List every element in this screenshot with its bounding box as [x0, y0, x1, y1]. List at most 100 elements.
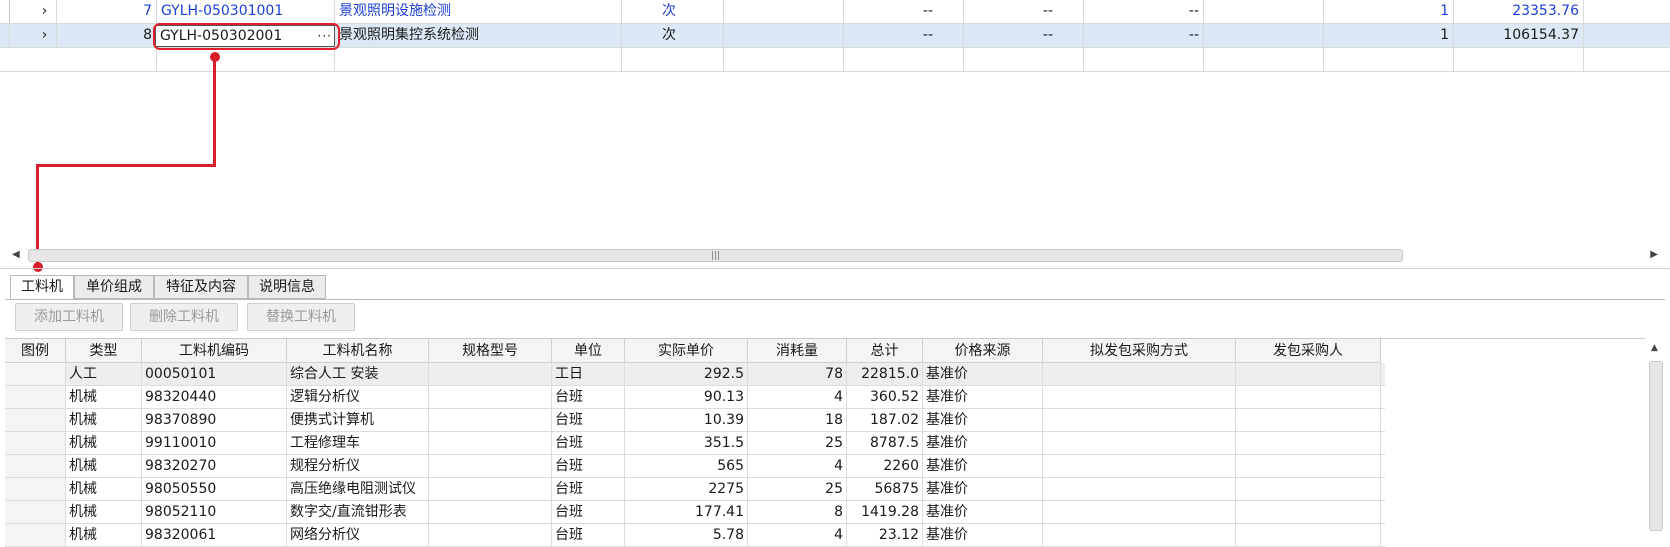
cell-unit[interactable]: 工日 — [552, 363, 625, 385]
cell-name[interactable]: 逻辑分析仪 — [287, 386, 429, 408]
col-price[interactable]: 实际单价 — [625, 339, 748, 363]
cell-qty[interactable]: 18 — [748, 409, 847, 431]
cell-empty[interactable] — [429, 363, 552, 385]
cell-source[interactable]: 基准价 — [923, 432, 1043, 454]
cell-code[interactable]: 98320270 — [142, 455, 287, 477]
cell-total[interactable]: 360.52 — [847, 386, 923, 408]
cell-unit[interactable]: 台班 — [552, 455, 625, 477]
cell-name[interactable]: 高压绝缘电阻测试仪 — [287, 478, 429, 500]
cell-name[interactable]: 便携式计算机 — [287, 409, 429, 431]
col-qty[interactable]: 消耗量 — [748, 339, 847, 363]
item-name[interactable]: 景观照明集控系统检测 — [335, 24, 622, 47]
tab-features[interactable]: 特征及内容 — [154, 275, 248, 299]
cell-total[interactable]: 56875 — [847, 478, 923, 500]
cell-empty[interactable] — [1043, 524, 1236, 546]
cell-name[interactable]: 网络分析仪 — [287, 524, 429, 546]
cell-empty[interactable] — [5, 501, 66, 523]
cell-source[interactable]: 基准价 — [923, 363, 1043, 385]
cell-source[interactable]: 基准价 — [923, 478, 1043, 500]
cell-unit[interactable]: 台班 — [552, 478, 625, 500]
cell-empty[interactable] — [1236, 363, 1381, 385]
table-row[interactable]: 机械 98050550 高压绝缘电阻测试仪 台班 2275 25 56875 基准价 — [5, 478, 1385, 501]
col-purchaser[interactable]: 发包采购人 — [1236, 339, 1381, 363]
delete-material-button[interactable]: 删除工料机 — [130, 303, 238, 331]
cell-unit[interactable]: 台班 — [552, 386, 625, 408]
scroll-right-icon[interactable]: ▶ — [1650, 249, 1658, 260]
cell-qty[interactable]: 4 — [748, 386, 847, 408]
cell-price[interactable]: 90.13 — [625, 386, 748, 408]
cell-name[interactable]: 工程修理车 — [287, 432, 429, 454]
cell-code[interactable]: 00050101 — [142, 363, 287, 385]
cell-empty[interactable] — [1236, 409, 1381, 431]
table-row[interactable]: 机械 98320440 逻辑分析仪 台班 90.13 4 360.52 基准价 — [5, 386, 1385, 409]
cell-empty[interactable] — [1236, 455, 1381, 477]
cell-unit[interactable]: 台班 — [552, 524, 625, 546]
scrollbar-thumb[interactable] — [1649, 361, 1663, 531]
cell-qty[interactable]: 4 — [748, 524, 847, 546]
cell-source[interactable]: 基准价 — [923, 455, 1043, 477]
cell-total[interactable]: 23.12 — [847, 524, 923, 546]
empty-row[interactable] — [0, 48, 1670, 72]
col-legend[interactable]: 图例 — [5, 339, 66, 363]
cell-type[interactable]: 机械 — [66, 455, 142, 477]
cell-code[interactable]: 98370890 — [142, 409, 287, 431]
horizontal-scrollbar[interactable]: ◀ ||| ▶ — [10, 247, 1660, 265]
cell-empty[interactable] — [1043, 432, 1236, 454]
cell-empty[interactable] — [5, 455, 66, 477]
cell-empty[interactable] — [429, 386, 552, 408]
cell-source[interactable]: 基准价 — [923, 386, 1043, 408]
cell-empty[interactable] — [1043, 501, 1236, 523]
cell-qty[interactable]: 4 — [748, 455, 847, 477]
cell-code[interactable]: 98320440 — [142, 386, 287, 408]
cell-price[interactable]: 351.5 — [625, 432, 748, 454]
cell-type[interactable]: 机械 — [66, 478, 142, 500]
cell-empty[interactable] — [429, 409, 552, 431]
cell-price[interactable]: 2275 — [625, 478, 748, 500]
cell-name[interactable]: 数字交/直流钳形表 — [287, 501, 429, 523]
cell-empty[interactable] — [429, 455, 552, 477]
cell-total[interactable]: 22815.0 — [847, 363, 923, 385]
table-row[interactable]: 机械 99110010 工程修理车 台班 351.5 25 8787.5 基准价 — [5, 432, 1385, 455]
cell-empty[interactable] — [429, 432, 552, 454]
expand-chevron-icon[interactable]: › — [33, 24, 57, 47]
col-name[interactable]: 工料机名称 — [287, 339, 429, 363]
col-code[interactable]: 工料机编码 — [142, 339, 287, 363]
cell-name[interactable]: 综合人工 安装 — [287, 363, 429, 385]
vertical-scrollbar[interactable]: ▲ — [1647, 343, 1665, 547]
cell-unit[interactable]: 台班 — [552, 432, 625, 454]
table-row[interactable]: 机械 98052110 数字交/直流钳形表 台班 177.41 8 1419.28 基准价 — [5, 501, 1385, 524]
cell-type[interactable]: 机械 — [66, 432, 142, 454]
cell-total[interactable]: 187.02 — [847, 409, 923, 431]
cell-total[interactable]: 1419.28 — [847, 501, 923, 523]
cell-empty[interactable] — [5, 409, 66, 431]
splitter[interactable] — [0, 268, 1670, 269]
cell-qty[interactable]: 25 — [748, 432, 847, 454]
table-row[interactable]: 机械 98370890 便携式计算机 台班 10.39 18 187.02 基准价 — [5, 409, 1385, 432]
cell-type[interactable]: 人工 — [66, 363, 142, 385]
scroll-up-icon[interactable]: ▲ — [1651, 343, 1658, 353]
cell-empty[interactable] — [1043, 363, 1236, 385]
cell-total[interactable]: 8787.5 — [847, 432, 923, 454]
cell-empty[interactable] — [1043, 478, 1236, 500]
col-procurement[interactable]: 拟发包采购方式 — [1043, 339, 1236, 363]
cell-type[interactable]: 机械 — [66, 386, 142, 408]
cell-total[interactable]: 2260 — [847, 455, 923, 477]
cell-type[interactable]: 机械 — [66, 524, 142, 546]
cell-empty[interactable] — [5, 432, 66, 454]
item-row-7[interactable]: › 7 GYLH-050301001 景观照明设施检测 次 -- -- -- 1… — [0, 0, 1670, 24]
cell-empty[interactable] — [1236, 501, 1381, 523]
cell-code[interactable]: 98050550 — [142, 478, 287, 500]
cell-unit[interactable]: 台班 — [552, 409, 625, 431]
cell-source[interactable]: 基准价 — [923, 409, 1043, 431]
cell-code[interactable]: 98052110 — [142, 501, 287, 523]
table-row[interactable]: 机械 98320061 网络分析仪 台班 5.78 4 23.12 基准价 — [5, 524, 1385, 547]
replace-material-button[interactable]: 替换工料机 — [247, 303, 355, 331]
cell-source[interactable]: 基准价 — [923, 501, 1043, 523]
cell-empty[interactable] — [1043, 409, 1236, 431]
col-spec[interactable]: 规格型号 — [429, 339, 552, 363]
scroll-left-icon[interactable]: ◀ — [12, 249, 20, 260]
cell-qty[interactable]: 25 — [748, 478, 847, 500]
col-source[interactable]: 价格来源 — [923, 339, 1043, 363]
expand-chevron-icon[interactable]: › — [33, 0, 57, 23]
col-total[interactable]: 总计 — [847, 339, 923, 363]
